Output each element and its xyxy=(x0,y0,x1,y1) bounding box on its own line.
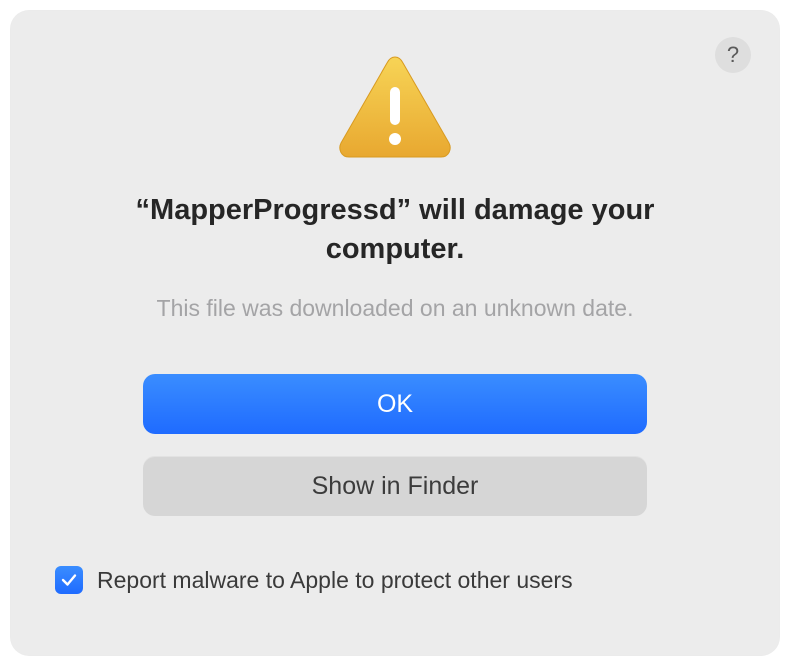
help-button[interactable]: ? xyxy=(715,37,751,73)
check-icon xyxy=(60,571,78,589)
alert-dialog: ? “MapperProgressd” will damage your com… xyxy=(11,11,779,655)
report-checkbox-label: Report malware to Apple to protect other… xyxy=(97,567,573,594)
warning-icon xyxy=(47,51,743,161)
report-checkbox-row: Report malware to Apple to protect other… xyxy=(47,566,743,594)
ok-button[interactable]: OK xyxy=(143,374,647,434)
help-icon: ? xyxy=(727,42,739,68)
report-checkbox[interactable] xyxy=(55,566,83,594)
dialog-headline: “MapperProgressd” will damage your compu… xyxy=(47,191,743,269)
show-in-finder-button[interactable]: Show in Finder xyxy=(143,456,647,516)
button-group: OK Show in Finder xyxy=(47,374,743,516)
dialog-subtext: This file was downloaded on an unknown d… xyxy=(47,295,743,322)
